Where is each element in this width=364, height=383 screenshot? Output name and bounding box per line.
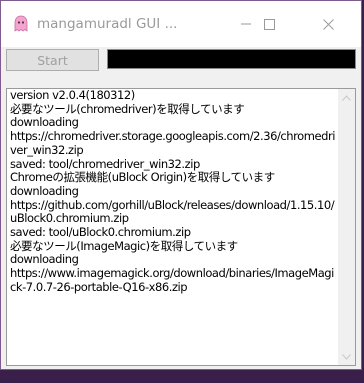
- log-content: version v2.0.4(180312) 必要なツール(chromedriv…: [10, 88, 335, 295]
- chevron-up-icon: [342, 94, 351, 101]
- log-textarea[interactable]: version v2.0.4(180312) 必要なツール(chromedriv…: [6, 88, 356, 366]
- scroll-down-button[interactable]: [338, 348, 355, 365]
- pink-ghost-icon: [14, 15, 28, 32]
- log-line: saved: tool/chromedriver_win32.zip: [10, 156, 200, 171]
- maximize-icon: [263, 18, 275, 30]
- title-bar[interactable]: mangamuradl GUI ...: [1, 1, 361, 47]
- log-line: version v2.0.4(180312): [10, 88, 135, 102]
- progress-bar: [107, 49, 356, 69]
- log-line: 必要なツール(chromedriver)を取得しています: [10, 101, 245, 116]
- log-line: https://chromedriver.storage.googleapis.…: [10, 129, 335, 157]
- window-title: mangamuradl GUI ...: [37, 16, 178, 32]
- log-line: https://github.com/gorhill/uBlock/releas…: [10, 197, 335, 226]
- log-line: downloading: [10, 115, 79, 130]
- log-line: saved: tool/uBlock0.chromium.zip: [10, 225, 191, 240]
- log-line: Chromeの拡張機能(uBlock Origin)を取得しています: [10, 170, 275, 185]
- log-line: 必要なツール(ImageMagic)を取得しています: [10, 238, 238, 253]
- log-line: downloading: [10, 183, 79, 198]
- app-window: mangamuradl GUI ... Start version v2.0.4…: [0, 0, 362, 370]
- scroll-up-button[interactable]: [338, 89, 355, 106]
- log-line: downloading: [10, 252, 79, 267]
- start-button[interactable]: Start: [6, 49, 99, 71]
- close-button[interactable]: [305, 1, 351, 47]
- vertical-scrollbar[interactable]: [338, 89, 355, 365]
- chevron-down-icon: [342, 353, 351, 360]
- log-line: https://www.imagemagick.org/download/bin…: [10, 266, 334, 294]
- close-icon: [322, 18, 334, 30]
- client-area: Start version v2.0.4(180312) 必要なツール(chro…: [1, 47, 361, 369]
- maximize-button[interactable]: [246, 1, 292, 47]
